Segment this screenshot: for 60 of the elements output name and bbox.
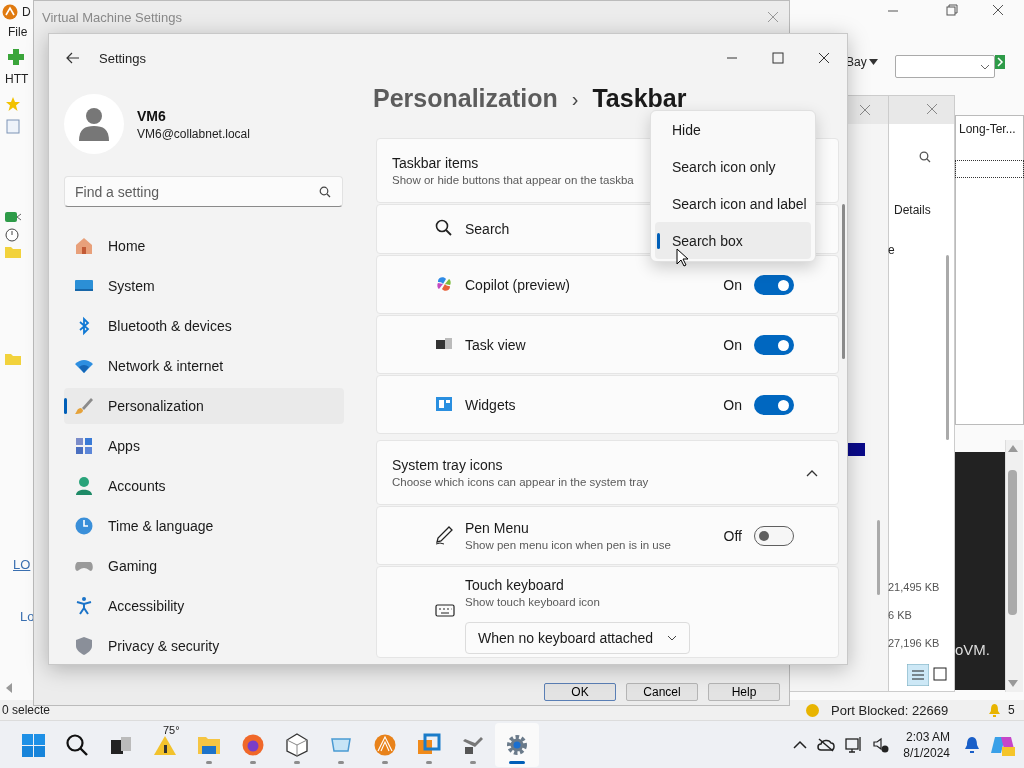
breadcrumb-link[interactable]: Personalization [373,84,558,113]
toggle-state: On [723,396,742,413]
user-name: VM6 [137,107,167,124]
toolbar-label: HTT [5,72,29,86]
menu-option[interactable]: Search icon only [655,148,811,185]
setting-description: Show pen menu icon when pen is in use [465,539,671,551]
setting-label: Pen Menu [465,520,529,536]
nav-item[interactable]: Home [64,228,344,264]
section-title: System tray icons [392,457,503,473]
setting-label: Widgets [465,396,516,413]
status-text: 5 [1008,703,1015,717]
toggle-state: On [723,336,742,353]
window-title: Virtual Machine Settings [42,9,182,25]
menu-item[interactable]: File [8,25,28,39]
file-size: 27,196 KB [888,637,940,649]
dialog-button[interactable]: OK [544,683,616,701]
nav-item[interactable]: Gaming [64,548,344,584]
nav-item[interactable]: Network & internet [64,348,344,384]
user-email: VM6@collabnet.local [137,126,250,141]
setting-label: Touch keyboard [465,577,564,593]
column-header[interactable]: Long-Ter... [959,122,1016,136]
nav-item[interactable]: Time & language [64,508,344,544]
setting-label: Copilot (preview) [465,276,571,293]
nav-item[interactable]: Apps [64,428,344,464]
search-field[interactable]: Find a setting [64,176,343,207]
taskbar-button[interactable]: 75° [143,722,187,767]
toggle-state: Off [723,527,742,544]
status-text: 0 selecte [2,703,51,717]
window-title: Settings [99,50,147,66]
chevron-separator: › [571,88,579,111]
status-text: Port Blocked: 22669 [831,702,949,718]
dialog-button[interactable]: Cancel [626,683,698,701]
page-title: Taskbar [592,84,687,113]
label-text: e [888,243,895,257]
clock-time[interactable]: 2:03 AM [903,728,950,745]
tab[interactable]: Details [894,203,931,217]
section-header[interactable]: System tray icons Choose which icons can appear in the system tray [376,440,839,505]
section-description: Choose which icons can appear in the system tray [392,476,649,488]
section-description: Show or hide buttons that appear on the taskba [392,174,634,186]
nav-item[interactable]: System [64,268,344,304]
nav-item[interactable]: Accessibility [64,588,344,624]
dropdown-select[interactable]: When no keyboard attached [465,622,690,654]
nav-item[interactable]: Bluetooth & devices [64,308,344,344]
nav-item[interactable]: Personalization [64,388,344,424]
file-size: 21,495 KB [888,581,940,593]
dialog-button[interactable]: Help [708,683,780,701]
nav-item[interactable]: Accounts [64,468,344,504]
nav-item[interactable]: Privacy & security [64,628,344,664]
setting-label: Search [465,221,510,237]
file-size: 6 KB [888,609,912,621]
setting-label: Task view [465,336,526,353]
link[interactable]: LO [13,557,31,572]
section-title: Taskbar items [392,155,479,171]
setting-description: Show touch keyboard icon [465,596,600,608]
toggle-state: On [723,276,742,293]
weather-temperature: 75° [163,723,180,736]
menu-option[interactable]: Search box [655,222,811,259]
clock-date[interactable]: 8/1/2024 [903,744,950,761]
window-title: D [22,5,31,19]
banner-text: oVM. [955,641,990,658]
